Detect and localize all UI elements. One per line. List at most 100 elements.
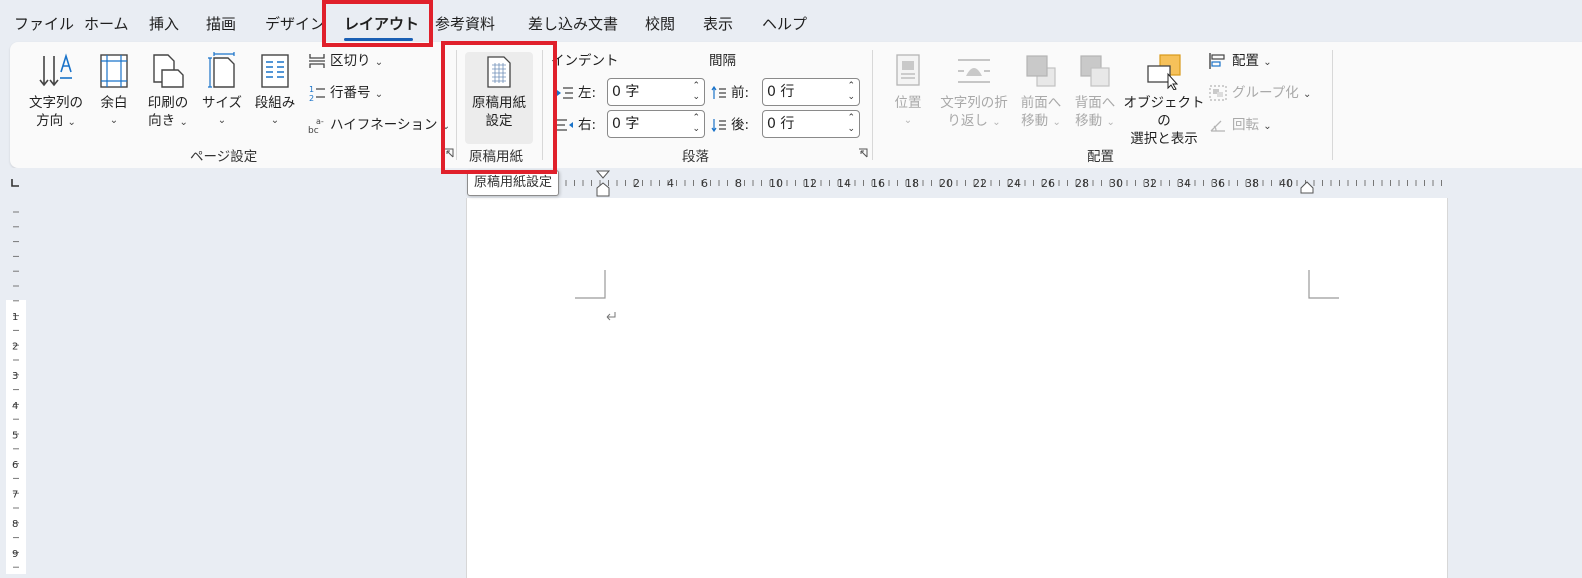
spacing-before-input[interactable]: 0 行 ⌃ ⌄: [762, 78, 860, 106]
ruler-label: 4: [667, 177, 674, 190]
bring-forward-button[interactable]: 前面へ 移動 ⌄: [1016, 52, 1066, 132]
orientation-label-2: 向き: [148, 113, 176, 129]
spacing-after-input[interactable]: 0 行 ⌃ ⌄: [762, 110, 860, 138]
spacing-after-label: 後:: [711, 115, 749, 135]
wrap-text-label-1: 文字列の折: [940, 95, 1008, 111]
position-button[interactable]: 位置 ⌄: [882, 52, 934, 130]
crop-mark-top-right: [1308, 270, 1339, 299]
ruler-label: 1: [12, 312, 18, 323]
paragraph-group-label: 段落: [682, 149, 709, 165]
ruler-label: 16: [871, 177, 885, 190]
ruler-label: 8: [12, 519, 18, 530]
spacing-after-text: 後:: [731, 117, 750, 133]
align-icon: [1209, 53, 1225, 69]
ruler-label: 9: [12, 549, 18, 560]
chevron-down-icon: ⌄: [1263, 121, 1272, 132]
hyphenation-button[interactable]: bc a- ハイフネーション ⌄: [308, 115, 450, 136]
breaks-button[interactable]: 区切り ⌄: [308, 51, 383, 71]
orientation-button[interactable]: 印刷の 向き ⌄: [142, 52, 194, 132]
align-button[interactable]: 配置 ⌄: [1208, 51, 1272, 71]
rotate-button[interactable]: 回転 ⌄: [1208, 115, 1272, 135]
ribbon-tab-bar: ファイル ホーム 挿入 描画 デザイン レイアウト 参考資料 差し込み文書 校閲…: [0, 0, 1582, 44]
group-objects-button[interactable]: グループ化 ⌄: [1208, 83, 1311, 103]
chevron-down-icon: ⌄: [374, 57, 384, 68]
send-backward-label-1: 背面へ: [1074, 95, 1116, 111]
spacing-after-value: 0 行: [767, 116, 795, 132]
highlight-genko-group: [441, 41, 557, 174]
indent-left-icon: [557, 87, 573, 99]
size-button[interactable]: サイズ ⌄: [200, 52, 244, 130]
tab-mailings[interactable]: 差し込み文書: [528, 13, 618, 34]
tab-review[interactable]: 校閲: [645, 13, 675, 34]
chevron-down-icon: ⌄: [270, 115, 280, 126]
send-backward-icon: [1080, 55, 1110, 87]
wrap-text-button[interactable]: 文字列の折 り返し ⌄: [936, 52, 1012, 132]
document-page[interactable]: [466, 198, 1448, 578]
chevron-down-icon: ⌄: [1303, 89, 1312, 100]
selection-pane-icon: [1147, 54, 1181, 90]
tab-home[interactable]: ホーム: [84, 13, 129, 34]
margins-button[interactable]: 余白 ⌄: [94, 52, 134, 130]
tab-references[interactable]: 参考資料: [435, 13, 495, 34]
indent-left-input[interactable]: 0 字 ⌃ ⌄: [607, 78, 705, 106]
ruler-label: 40: [1279, 177, 1293, 190]
ruler-label: 6: [701, 177, 708, 190]
ruler-label: 32: [1143, 177, 1157, 190]
columns-icon: [261, 54, 289, 88]
columns-label: 段組み: [254, 95, 296, 111]
bring-forward-icon: [1026, 55, 1056, 87]
spacing-after-icon: [711, 119, 726, 133]
columns-button[interactable]: 段組み ⌄: [250, 52, 300, 130]
tab-view[interactable]: 表示: [703, 13, 733, 34]
chevron-down-icon: ⌄: [67, 117, 76, 128]
send-backward-button[interactable]: 背面へ 移動 ⌄: [1070, 52, 1120, 132]
horizontal-ruler[interactable]: 2 4 6 8 10 12 14 16 18 20 22 24 26 28 30 32 34 36 38 40: [466, 170, 1448, 197]
chevron-down-icon: ⌄: [109, 115, 119, 126]
chevron-down-icon: ⌄: [179, 117, 188, 128]
spacing-before-label: 前:: [711, 83, 749, 103]
svg-text:2: 2: [309, 94, 314, 102]
group-icon: [1209, 85, 1227, 101]
wrap-text-label-2: り返し: [947, 113, 988, 129]
spin-arrows-icon[interactable]: ⌃ ⌄: [847, 113, 855, 135]
ruler-label: 2: [12, 342, 18, 353]
vertical-ruler[interactable]: 1 2 3 4 5 6 7 8 9: [0, 198, 32, 574]
position-label: 位置: [894, 95, 922, 111]
spin-arrows-icon[interactable]: ⌃ ⌄: [847, 81, 855, 103]
tab-insert[interactable]: 挿入: [149, 13, 179, 34]
spin-arrows-icon[interactable]: ⌃ ⌄: [692, 81, 700, 103]
size-icon: [208, 52, 235, 88]
indent-right-icon: [557, 119, 573, 131]
right-indent-marker[interactable]: [1300, 180, 1314, 194]
ruler-label: 14: [837, 177, 851, 190]
text-direction-button[interactable]: 文字列の 方向 ⌄: [24, 52, 88, 132]
chevron-down-icon: ⌄: [1106, 117, 1115, 128]
selection-pane-button[interactable]: オブジェクトの 選択と表示: [1122, 52, 1206, 148]
line-numbers-label: 行番号: [330, 85, 371, 101]
orientation-label-1: 印刷の: [147, 95, 189, 111]
first-line-indent-marker[interactable]: [596, 170, 610, 198]
margins-icon: [100, 54, 128, 88]
ruler-label: 20: [939, 177, 953, 190]
tab-help[interactable]: ヘルプ: [762, 13, 807, 34]
spin-arrows-icon[interactable]: ⌃ ⌄: [692, 113, 700, 135]
indent-right-input[interactable]: 0 字 ⌃ ⌄: [607, 110, 705, 138]
dialog-launcher-icon[interactable]: [858, 148, 868, 158]
ruler-label: 8: [735, 177, 742, 190]
indent-left-text: 左:: [578, 85, 597, 101]
wrap-text-icon: [958, 59, 990, 83]
chevron-down-icon: ⌄: [374, 89, 384, 100]
tab-draw[interactable]: 描画: [206, 13, 236, 34]
tab-selector-icon[interactable]: [10, 178, 20, 188]
ruler-label: 26: [1041, 177, 1055, 190]
svg-text:1: 1: [309, 85, 314, 94]
indent-left-value: 0 字: [612, 84, 640, 100]
bring-forward-label-1: 前面へ: [1020, 95, 1062, 111]
send-backward-label-2: 移動: [1075, 113, 1103, 129]
svg-text:a-: a-: [316, 117, 324, 126]
tab-design[interactable]: デザイン: [265, 13, 325, 34]
line-numbers-button[interactable]: 1 2 行番号 ⌄: [308, 83, 383, 103]
tab-file[interactable]: ファイル: [14, 13, 74, 34]
indent-right-value: 0 字: [612, 116, 640, 132]
page-setup-group-label: ページ設定: [190, 149, 258, 165]
